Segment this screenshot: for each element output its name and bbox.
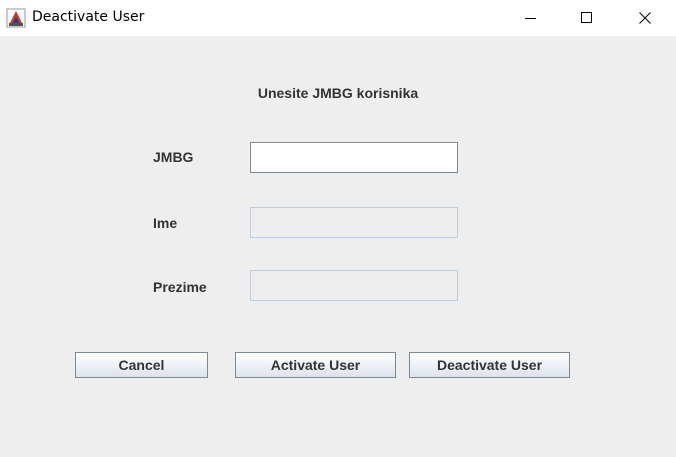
jmbg-label: JMBG bbox=[153, 149, 194, 165]
java-cup-icon bbox=[6, 8, 26, 28]
form-panel: Unesite JMBG korisnika JMBG Ime Prezime … bbox=[0, 36, 676, 457]
cancel-button[interactable]: Cancel bbox=[75, 352, 208, 378]
activate-user-button[interactable]: Activate User bbox=[235, 352, 396, 378]
title-bar[interactable]: Deactivate User bbox=[0, 0, 676, 36]
close-button[interactable] bbox=[622, 0, 668, 36]
maximize-button[interactable] bbox=[564, 0, 610, 36]
prezime-input bbox=[250, 270, 458, 301]
ime-input bbox=[250, 207, 458, 238]
form-heading: Unesite JMBG korisnika bbox=[257, 85, 419, 101]
jmbg-input[interactable] bbox=[250, 142, 458, 173]
close-icon bbox=[639, 12, 651, 24]
minimize-icon bbox=[525, 18, 536, 19]
minimize-button[interactable] bbox=[508, 0, 554, 36]
maximize-icon bbox=[581, 12, 592, 23]
window-title: Deactivate User bbox=[32, 9, 145, 25]
prezime-label: Prezime bbox=[153, 279, 207, 295]
deactivate-user-button[interactable]: Deactivate User bbox=[409, 352, 570, 378]
ime-label: Ime bbox=[153, 215, 178, 231]
